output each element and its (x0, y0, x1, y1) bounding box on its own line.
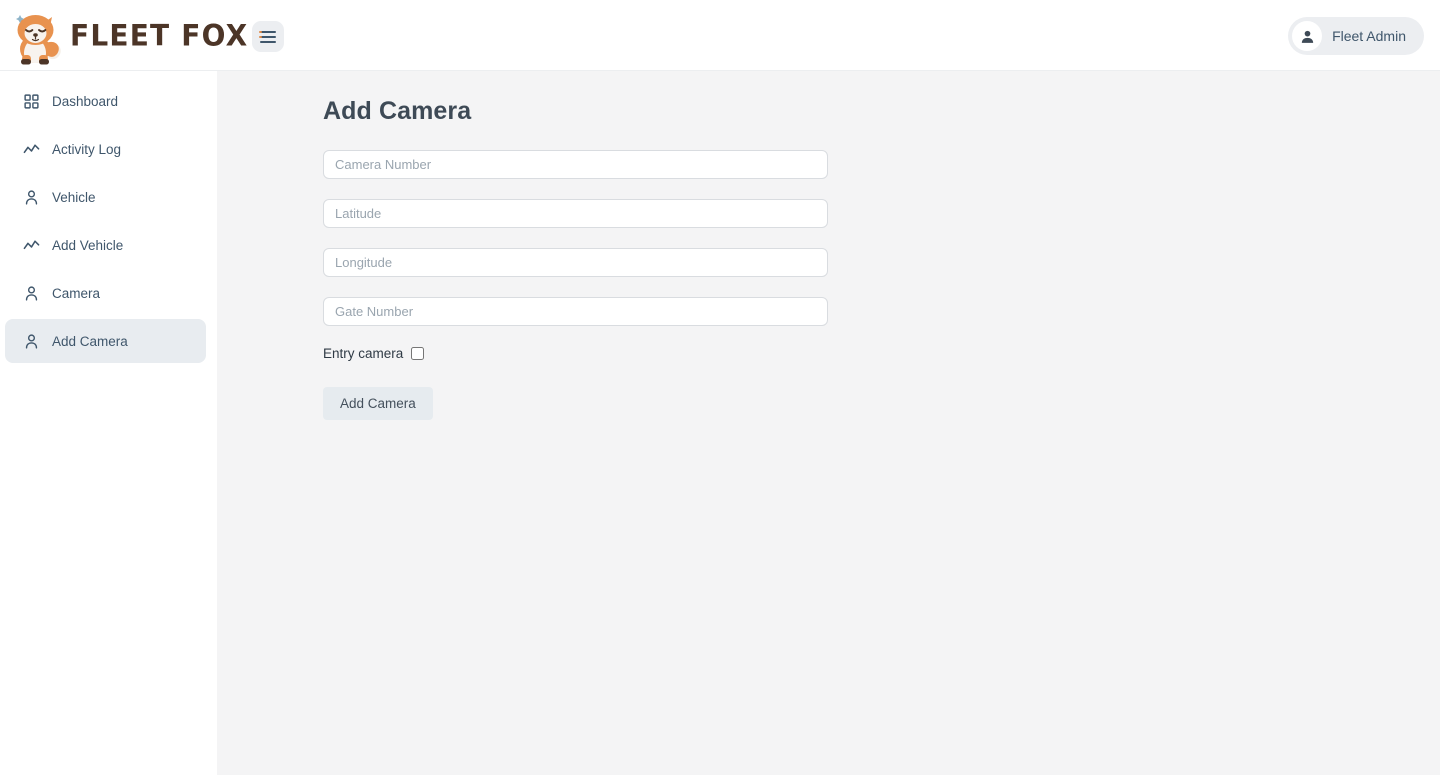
user-name: Fleet Admin (1332, 28, 1406, 44)
person-icon (23, 333, 40, 350)
add-camera-form: Entry camera Add Camera (323, 150, 828, 420)
menu-bar-3 (260, 40, 276, 43)
longitude-input[interactable] (323, 248, 828, 277)
sidebar-item-add-vehicle[interactable]: Add Vehicle (5, 223, 206, 267)
main-content: Add Camera Entry camera Add Camera (217, 71, 1440, 775)
sidebar-item-dashboard[interactable]: Dashboard (5, 79, 206, 123)
entry-camera-row: Entry camera (323, 346, 828, 361)
trend-icon (23, 237, 40, 254)
sidebar-item-camera[interactable]: Camera (5, 271, 206, 315)
gate-number-input[interactable] (323, 297, 828, 326)
menu-bar-2 (259, 35, 276, 38)
person-icon (23, 285, 40, 302)
sidebar-item-label: Activity Log (52, 141, 122, 157)
avatar (1292, 21, 1323, 51)
grid-icon (23, 93, 40, 110)
menu-bar-1 (259, 30, 276, 33)
sidebar-item-vehicle[interactable]: Vehicle (5, 175, 206, 219)
hamburger-menu-icon[interactable] (252, 21, 284, 52)
sidebar: Dashboard Activity Log Vehicle Add Vehic… (0, 71, 217, 775)
sidebar-item-label: Dashboard (52, 93, 119, 109)
sidebar-item-label: Add Vehicle (52, 237, 124, 253)
latitude-input[interactable] (323, 199, 828, 228)
top-header: FLEET FOX Fleet Admin (0, 0, 1440, 71)
trend-icon (23, 141, 40, 158)
entry-camera-label: Entry camera (323, 346, 404, 361)
fox-logo-icon (8, 5, 66, 67)
person-icon (23, 189, 40, 206)
sidebar-item-label: Add Camera (52, 333, 128, 349)
camera-number-input[interactable] (323, 150, 828, 179)
sidebar-item-label: Camera (52, 285, 101, 301)
brand-logo[interactable]: FLEET FOX (8, 0, 248, 71)
sidebar-item-label: Vehicle (52, 189, 96, 205)
app-root: FLEET FOX Fleet Admin Dashboard Activity… (0, 0, 1440, 775)
add-camera-submit-button[interactable]: Add Camera (323, 387, 433, 420)
sidebar-item-activity-log[interactable]: Activity Log (5, 127, 206, 171)
entry-camera-checkbox[interactable] (411, 347, 425, 360)
brand-name: FLEET FOX (70, 18, 249, 53)
sidebar-item-add-camera[interactable]: Add Camera (5, 319, 206, 363)
page-title: Add Camera (323, 97, 472, 125)
user-avatar-icon (1301, 30, 1313, 43)
user-menu[interactable]: Fleet Admin (1288, 17, 1424, 55)
